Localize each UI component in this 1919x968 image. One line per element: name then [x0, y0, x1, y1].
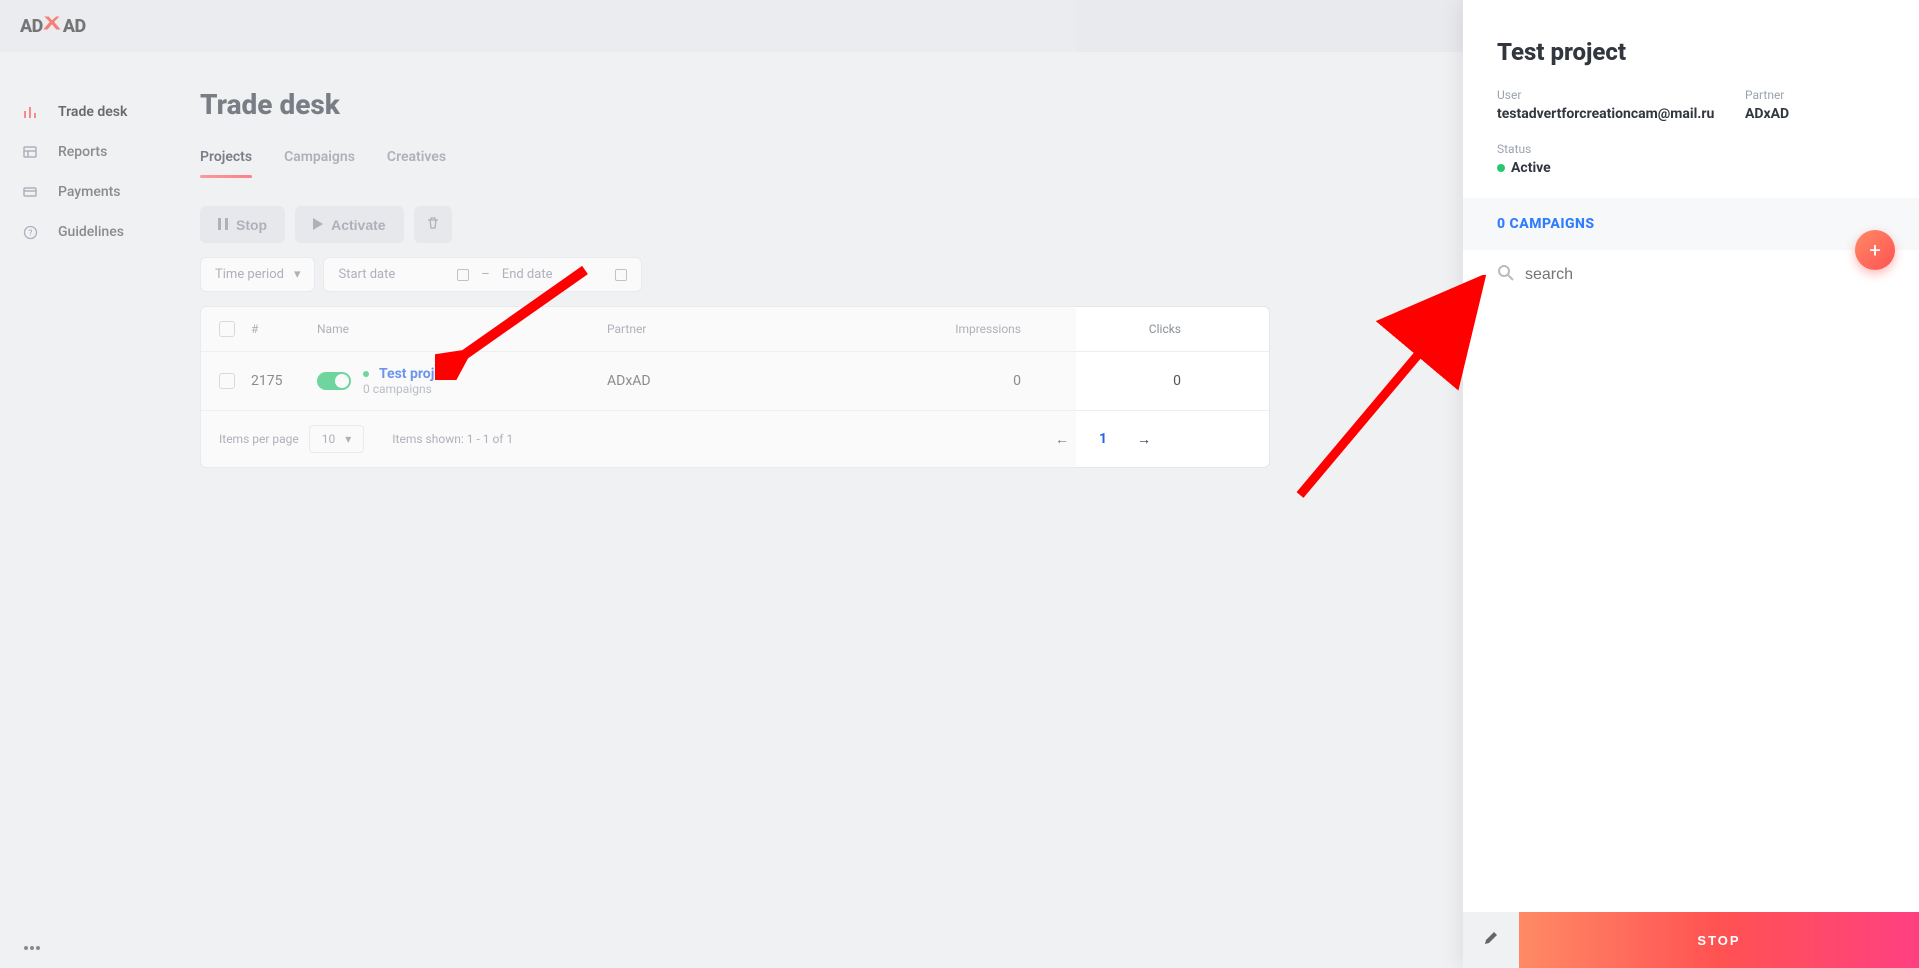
sidebar-item-label: Trade desk — [58, 104, 127, 120]
cell-id: 2175 — [245, 373, 311, 389]
button-label: Stop — [236, 217, 267, 233]
caret-down-icon: ▾ — [294, 267, 301, 282]
cell-name: Test project 0 campaigns — [311, 366, 601, 396]
row-checkbox[interactable] — [219, 373, 235, 389]
partner-label: Partner — [1745, 88, 1885, 102]
cell-impressions: 0 — [801, 373, 1061, 389]
col-impressions: Impressions — [801, 322, 1061, 336]
prev-page-button[interactable]: ← — [1055, 431, 1069, 448]
table-header: # Name Partner Impressions Clicks — [201, 307, 1269, 352]
user-value: testadvertforcreationcam@mail.ru — [1497, 106, 1745, 122]
sidebar-item-payments[interactable]: Payments — [0, 172, 160, 212]
drawer-title: Test project — [1497, 38, 1885, 66]
activate-button[interactable]: Activate — [295, 206, 403, 243]
projects-table: # Name Partner Impressions Clicks 2175 T… — [200, 306, 1270, 468]
project-sub: 0 campaigns — [363, 382, 454, 396]
cell-partner: ADxAD — [601, 373, 801, 389]
bars-icon — [22, 104, 38, 120]
campaigns-header: 0 CAMPAIGNS — [1463, 198, 1919, 250]
sidebar-item-label: Reports — [58, 144, 107, 160]
page-number[interactable]: 1 — [1099, 431, 1107, 447]
pencil-icon — [1483, 930, 1499, 950]
items-shown: Items shown: 1 - 1 of 1 — [392, 432, 513, 446]
add-campaign-button[interactable]: + — [1855, 230, 1895, 270]
status-dot-icon — [363, 371, 369, 377]
col-name: Name — [311, 322, 601, 336]
start-date-label: Start date — [338, 267, 395, 282]
tab-campaigns[interactable]: Campaigns — [284, 149, 355, 177]
play-icon — [313, 217, 323, 233]
tab-creatives[interactable]: Creatives — [387, 149, 446, 177]
svg-text:?: ? — [28, 228, 32, 237]
more-menu-button[interactable] — [24, 946, 40, 950]
calendar-icon — [615, 269, 627, 281]
col-clicks: Clicks — [1061, 322, 1221, 336]
logo: AD AD — [20, 9, 86, 44]
card-icon — [22, 184, 38, 200]
date-separator: – — [481, 267, 490, 282]
table-footer: Items per page 10 ▾ Items shown: 1 - 1 o… — [201, 411, 1269, 467]
calendar-icon — [457, 269, 469, 281]
status-value: Active — [1497, 160, 1745, 176]
plus-icon: + — [1869, 238, 1880, 262]
help-icon: ? — [22, 224, 38, 240]
select-label: Time period — [215, 267, 284, 282]
sidebar-item-reports[interactable]: Reports — [0, 132, 160, 172]
status-label: Status — [1497, 142, 1745, 156]
sidebar-item-label: Guidelines — [58, 224, 124, 240]
pagination: ← 1 → — [1055, 431, 1151, 448]
status-dot-icon — [1497, 164, 1505, 172]
sidebar-item-label: Payments — [58, 184, 121, 200]
tab-projects[interactable]: Projects — [200, 149, 252, 177]
end-date-label: End date — [502, 267, 553, 282]
stop-button[interactable]: Stop — [200, 206, 285, 243]
col-id: # — [245, 322, 311, 336]
date-range[interactable]: Start date – End date — [323, 257, 641, 292]
project-toggle[interactable] — [317, 372, 351, 390]
next-page-button[interactable]: → — [1137, 431, 1151, 448]
ipp-value: 10 — [322, 432, 336, 446]
ipp-label: Items per page — [219, 432, 299, 446]
trash-icon — [426, 216, 440, 233]
button-label: Activate — [331, 217, 385, 233]
sidebar-item-trade-desk[interactable]: Trade desk — [0, 92, 160, 132]
table-icon — [22, 144, 38, 160]
time-period-select[interactable]: Time period ▾ — [200, 257, 315, 292]
table-row[interactable]: 2175 Test project 0 campaigns ADxAD 0 0 — [201, 352, 1269, 411]
sidebar-item-guidelines[interactable]: ? Guidelines — [0, 212, 160, 252]
ipp-select[interactable]: 10 ▾ — [309, 425, 365, 453]
pause-icon — [218, 217, 228, 233]
search-input[interactable] — [1525, 266, 1885, 284]
user-label: User — [1497, 88, 1745, 102]
drawer-stop-button[interactable]: STOP — [1519, 912, 1919, 968]
caret-down-icon: ▾ — [345, 432, 351, 446]
edit-button[interactable] — [1463, 912, 1519, 968]
cell-clicks: 0 — [1061, 373, 1221, 389]
col-partner: Partner — [601, 322, 801, 336]
project-drawer: Test project User testadvertforcreationc… — [1463, 0, 1919, 968]
project-name-link[interactable]: Test project — [363, 366, 454, 382]
logo-text-right: AD — [63, 16, 86, 37]
partner-value: ADxAD — [1745, 106, 1885, 122]
logo-x-icon — [40, 9, 66, 44]
delete-button[interactable] — [414, 206, 452, 243]
search-icon — [1497, 264, 1515, 286]
select-all-checkbox[interactable] — [219, 321, 235, 337]
search-row: + — [1463, 250, 1919, 300]
sidebar: Trade desk Reports Payments ? Guidelines — [0, 52, 160, 968]
